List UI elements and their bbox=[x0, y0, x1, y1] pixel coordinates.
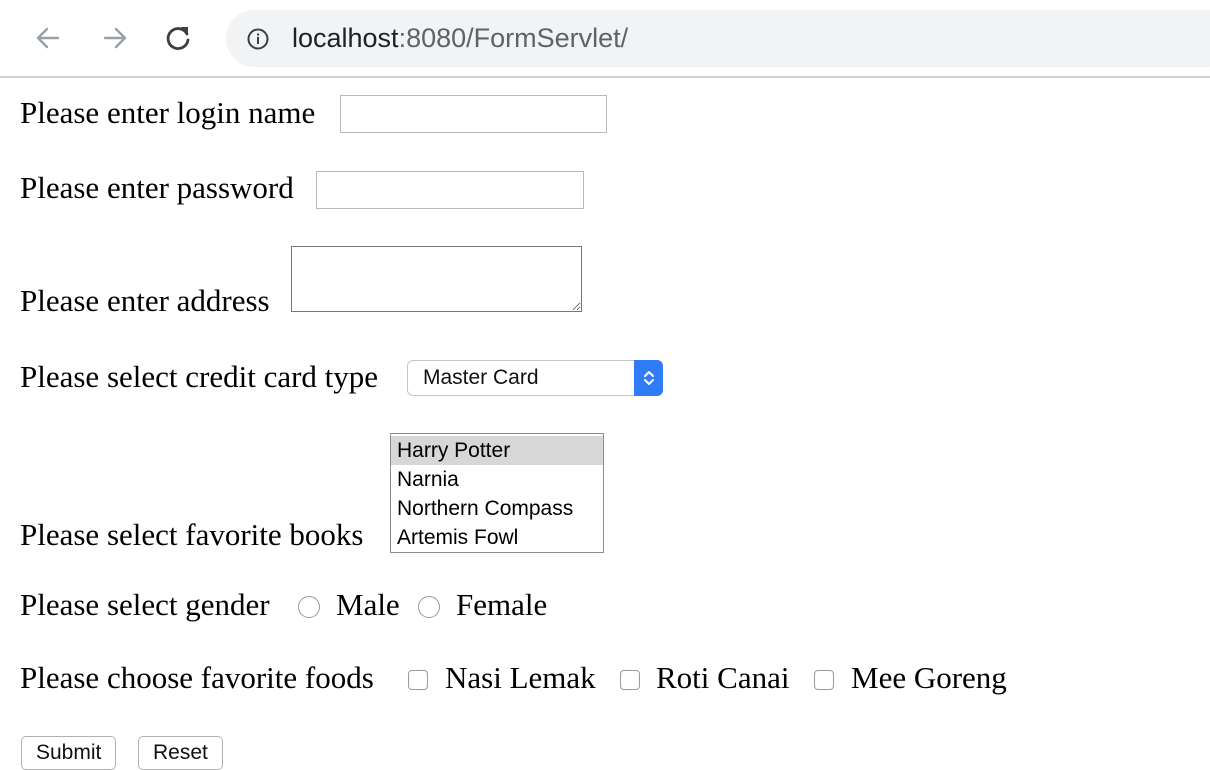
reload-icon bbox=[166, 27, 190, 50]
reload-button[interactable] bbox=[160, 20, 196, 56]
book-option-harry-potter[interactable]: Harry Potter bbox=[391, 436, 603, 465]
book-option-narnia[interactable]: Narnia bbox=[391, 465, 603, 494]
foods-row: Please choose favorite foods bbox=[20, 660, 374, 696]
food-roti-canai-checkbox[interactable] bbox=[620, 670, 640, 690]
info-icon[interactable] bbox=[247, 28, 269, 50]
url-host: localhost bbox=[292, 23, 399, 53]
address-textarea[interactable] bbox=[291, 246, 582, 312]
gender-male-radio[interactable] bbox=[298, 596, 320, 618]
card-label: Please select credit card type bbox=[20, 359, 379, 394]
forward-button[interactable] bbox=[97, 20, 133, 56]
food-roti-canai-label[interactable]: Roti Canai bbox=[656, 660, 789, 696]
browser-toolbar: localhost:8080/FormServlet/ bbox=[0, 0, 1210, 78]
gender-male-label[interactable]: Male bbox=[336, 587, 400, 623]
books-row: Please select favorite books bbox=[20, 517, 363, 553]
address-label: Please enter address bbox=[20, 283, 270, 318]
book-option-artemis-fowl[interactable]: Artemis Fowl bbox=[391, 523, 603, 552]
card-row: Please select credit card type bbox=[20, 359, 378, 395]
foods-label: Please choose favorite foods bbox=[20, 660, 374, 695]
login-label: Please enter login name bbox=[20, 95, 316, 130]
gender-female-label[interactable]: Female bbox=[456, 587, 547, 623]
food-mee-goreng-checkbox[interactable] bbox=[814, 670, 834, 690]
select-arrows bbox=[634, 360, 663, 396]
gender-label: Please select gender bbox=[20, 587, 270, 622]
updown-chevron-icon bbox=[643, 371, 654, 385]
arrow-right-icon bbox=[103, 27, 127, 49]
books-listbox[interactable]: Harry Potter Narnia Northern Compass Art… bbox=[390, 433, 604, 553]
password-input[interactable] bbox=[316, 171, 584, 209]
password-row: Please enter password bbox=[20, 170, 294, 206]
url-path: :8080/FormServlet/ bbox=[398, 23, 629, 53]
book-option-northern-compass[interactable]: Northern Compass bbox=[391, 494, 603, 523]
food-mee-goreng-label[interactable]: Mee Goreng bbox=[851, 660, 1007, 696]
login-row: Please enter login name bbox=[20, 95, 315, 131]
books-label: Please select favorite books bbox=[20, 517, 364, 552]
gender-row: Please select gender bbox=[20, 587, 270, 623]
address-bar[interactable]: localhost:8080/FormServlet/ bbox=[226, 10, 1210, 67]
reset-button[interactable]: Reset bbox=[138, 736, 223, 770]
address-row: Please enter address bbox=[20, 283, 270, 319]
submit-button[interactable]: Submit bbox=[21, 736, 117, 770]
url-text: localhost:8080/FormServlet/ bbox=[292, 10, 628, 67]
back-button[interactable] bbox=[30, 20, 66, 56]
food-nasi-lemak-label[interactable]: Nasi Lemak bbox=[445, 660, 596, 696]
password-label: Please enter password bbox=[20, 170, 294, 205]
gender-female-radio[interactable] bbox=[418, 596, 440, 618]
login-name-input[interactable] bbox=[340, 95, 607, 133]
arrow-left-icon bbox=[36, 27, 60, 49]
credit-card-select[interactable]: Master Card bbox=[407, 360, 663, 396]
credit-card-selected-value: Master Card bbox=[423, 366, 539, 389]
food-nasi-lemak-checkbox[interactable] bbox=[408, 670, 428, 690]
